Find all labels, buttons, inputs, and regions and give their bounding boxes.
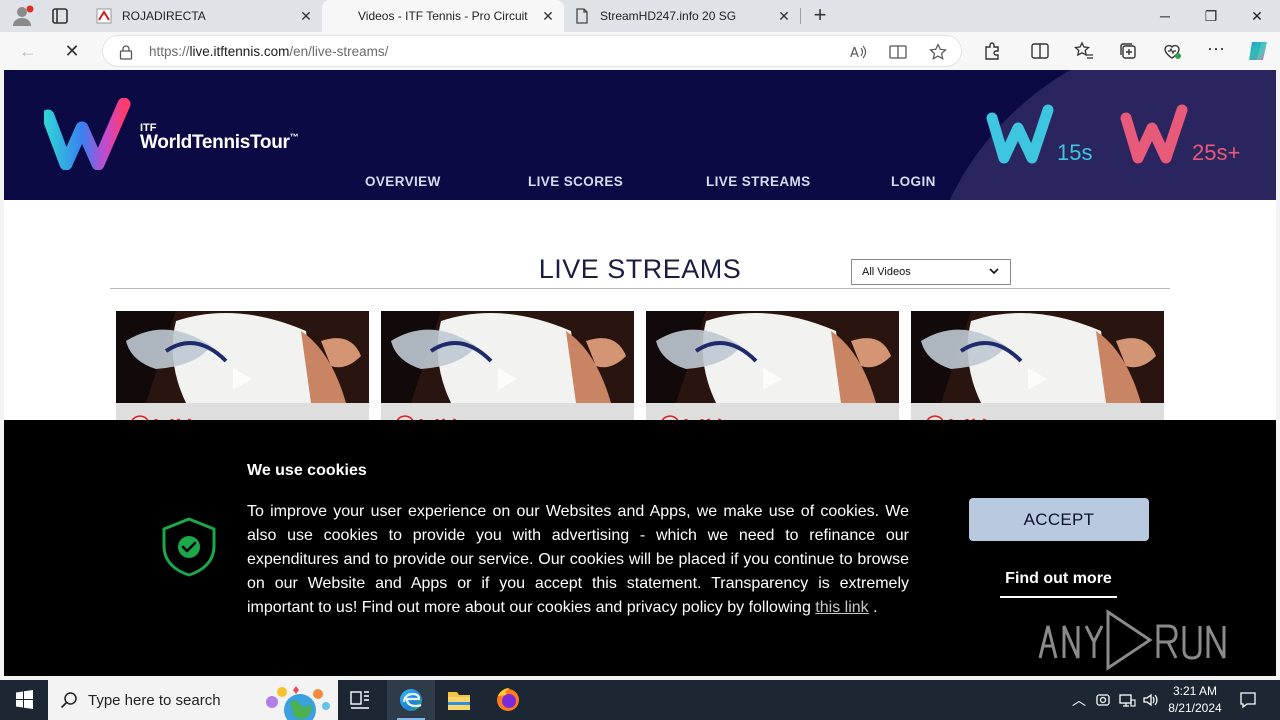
collections-icon[interactable] (1118, 41, 1138, 61)
tab-actions-icon[interactable] (48, 6, 72, 26)
title-divider (110, 288, 1170, 289)
profile-icon[interactable] (10, 5, 34, 27)
anyrun-watermark-icon (1038, 609, 1226, 671)
new-tab-icon[interactable]: + (808, 4, 832, 28)
browser-tab-strip: ROJADIRECTA ✕ Videos - ITF Tennis - Pro … (0, 0, 1280, 32)
close-tab-icon[interactable]: ✕ (776, 8, 792, 25)
address-bar[interactable]: https://live.itftennis.com/en/live-strea… (102, 35, 962, 67)
find-out-more-link[interactable]: Find out more (1000, 566, 1117, 598)
tab-title: ROJADIRECTA (122, 9, 206, 23)
svg-text:A: A (850, 46, 859, 61)
live-stream-card[interactable] (911, 311, 1164, 431)
rojadirecta-favicon-icon (96, 8, 112, 24)
taskbar-search[interactable]: Type here to search (48, 680, 338, 720)
page-title: LIVE STREAMS (538, 254, 742, 284)
page-favicon-icon (576, 8, 588, 24)
w15-badge-icon[interactable] (986, 104, 1056, 174)
nav-live-scores[interactable]: LIVE SCORES (528, 174, 623, 189)
clock-time: 3:21 AM (1172, 684, 1218, 698)
tab-title: StreamHD247.info 20 SG (600, 9, 737, 23)
show-hidden-icons-chevron-icon[interactable]: ︿ (1070, 691, 1088, 709)
live-stream-card[interactable] (646, 311, 899, 431)
favorites-icon[interactable] (1074, 41, 1094, 61)
edge-icon (400, 689, 422, 711)
extensions-icon[interactable] (982, 41, 1002, 61)
search-placeholder: Type here to search (88, 692, 221, 709)
close-tab-icon[interactable]: ✕ (298, 8, 314, 25)
network-icon[interactable] (1118, 691, 1136, 709)
immersive-reader-icon[interactable] (889, 43, 907, 61)
lock-icon[interactable] (119, 44, 133, 60)
restore-icon[interactable]: ❐ (1188, 0, 1234, 32)
w25-badge-icon[interactable] (1120, 104, 1190, 174)
logo-wordmark: WorldTennisTour™ (140, 132, 299, 153)
cookie-consent-banner: We use cookies To improve your user expe… (4, 420, 1276, 676)
shield-check-icon (162, 517, 216, 577)
back-icon[interactable]: ← (18, 41, 38, 61)
file-explorer-icon[interactable] (435, 680, 483, 720)
browser-toolbar: ← ✕ https://live.itftennis.com/en/live-s… (0, 32, 1280, 70)
close-window-icon[interactable]: ✕ (1234, 0, 1280, 32)
play-icon[interactable] (1025, 366, 1049, 392)
split-screen-icon[interactable] (1030, 41, 1050, 61)
tab-separator (800, 8, 801, 24)
taskbar-edge[interactable] (387, 680, 435, 720)
accept-cookies-button[interactable]: ACCEPT (969, 498, 1149, 541)
search-icon (60, 692, 77, 709)
windows-taskbar: Type here to search ︿ 3:21 AM 8/21/2024 (0, 680, 1280, 720)
firefox-icon[interactable] (484, 680, 532, 720)
system-clock[interactable]: 3:21 AM 8/21/2024 (1160, 683, 1230, 717)
video-filter-select[interactable]: All Videos (851, 259, 1011, 285)
live-stream-card[interactable] (116, 311, 369, 431)
chevron-down-icon (989, 268, 999, 275)
close-tab-icon[interactable]: ✕ (540, 8, 556, 25)
clock-date: 8/21/2024 (1168, 701, 1222, 715)
browser-essentials-icon[interactable] (1162, 41, 1182, 61)
nav-overview[interactable]: OVERVIEW (365, 174, 441, 189)
site-header: ITF WorldTennisTour™ OVERVIEW LIVE SCORE… (4, 70, 1276, 200)
windows-start-icon[interactable] (0, 680, 48, 720)
url-text[interactable]: https://live.itftennis.com/en/live-strea… (149, 44, 388, 59)
cookie-body: To improve your user experience on our W… (247, 503, 909, 616)
play-icon[interactable] (230, 366, 254, 392)
play-icon[interactable] (760, 366, 784, 392)
minimize-icon[interactable]: ─ (1142, 0, 1188, 32)
header-arc-decoration (920, 70, 1276, 200)
favorite-star-icon[interactable] (929, 43, 947, 61)
cookie-policy-link[interactable]: this link (815, 599, 868, 616)
copilot-icon[interactable] (1246, 39, 1270, 63)
tab-streamhd247[interactable]: StreamHD247.info 20 SG ✕ (564, 0, 800, 32)
meet-now-icon[interactable] (1094, 691, 1112, 709)
nav-login[interactable]: LOGIN (891, 174, 936, 189)
play-icon[interactable] (495, 366, 519, 392)
cookie-title: We use cookies (247, 462, 367, 479)
live-stream-card[interactable] (381, 311, 634, 431)
search-highlight-globe-icon (266, 686, 330, 720)
task-view-icon[interactable] (336, 680, 384, 720)
w15-label: 15s (1057, 140, 1093, 165)
tab-itf-videos[interactable]: Videos - ITF Tennis - Pro Circuit ✕ (322, 0, 564, 32)
stop-loading-icon[interactable]: ✕ (62, 41, 82, 61)
world-tennis-tour-logo-icon[interactable] (44, 98, 136, 170)
tab-title: Videos - ITF Tennis - Pro Circuit (358, 9, 528, 23)
tab-rojadirecta[interactable]: ROJADIRECTA ✕ (86, 0, 322, 32)
volume-icon[interactable] (1142, 691, 1160, 709)
nav-live-streams[interactable]: LIVE STREAMS (706, 174, 811, 189)
video-filter-value: All Videos (862, 266, 911, 278)
w25-label: 25s+ (1192, 140, 1241, 165)
more-options-icon[interactable]: ··· (1206, 39, 1226, 61)
notifications-icon[interactable] (1238, 690, 1258, 710)
read-aloud-icon[interactable]: A (849, 43, 867, 61)
